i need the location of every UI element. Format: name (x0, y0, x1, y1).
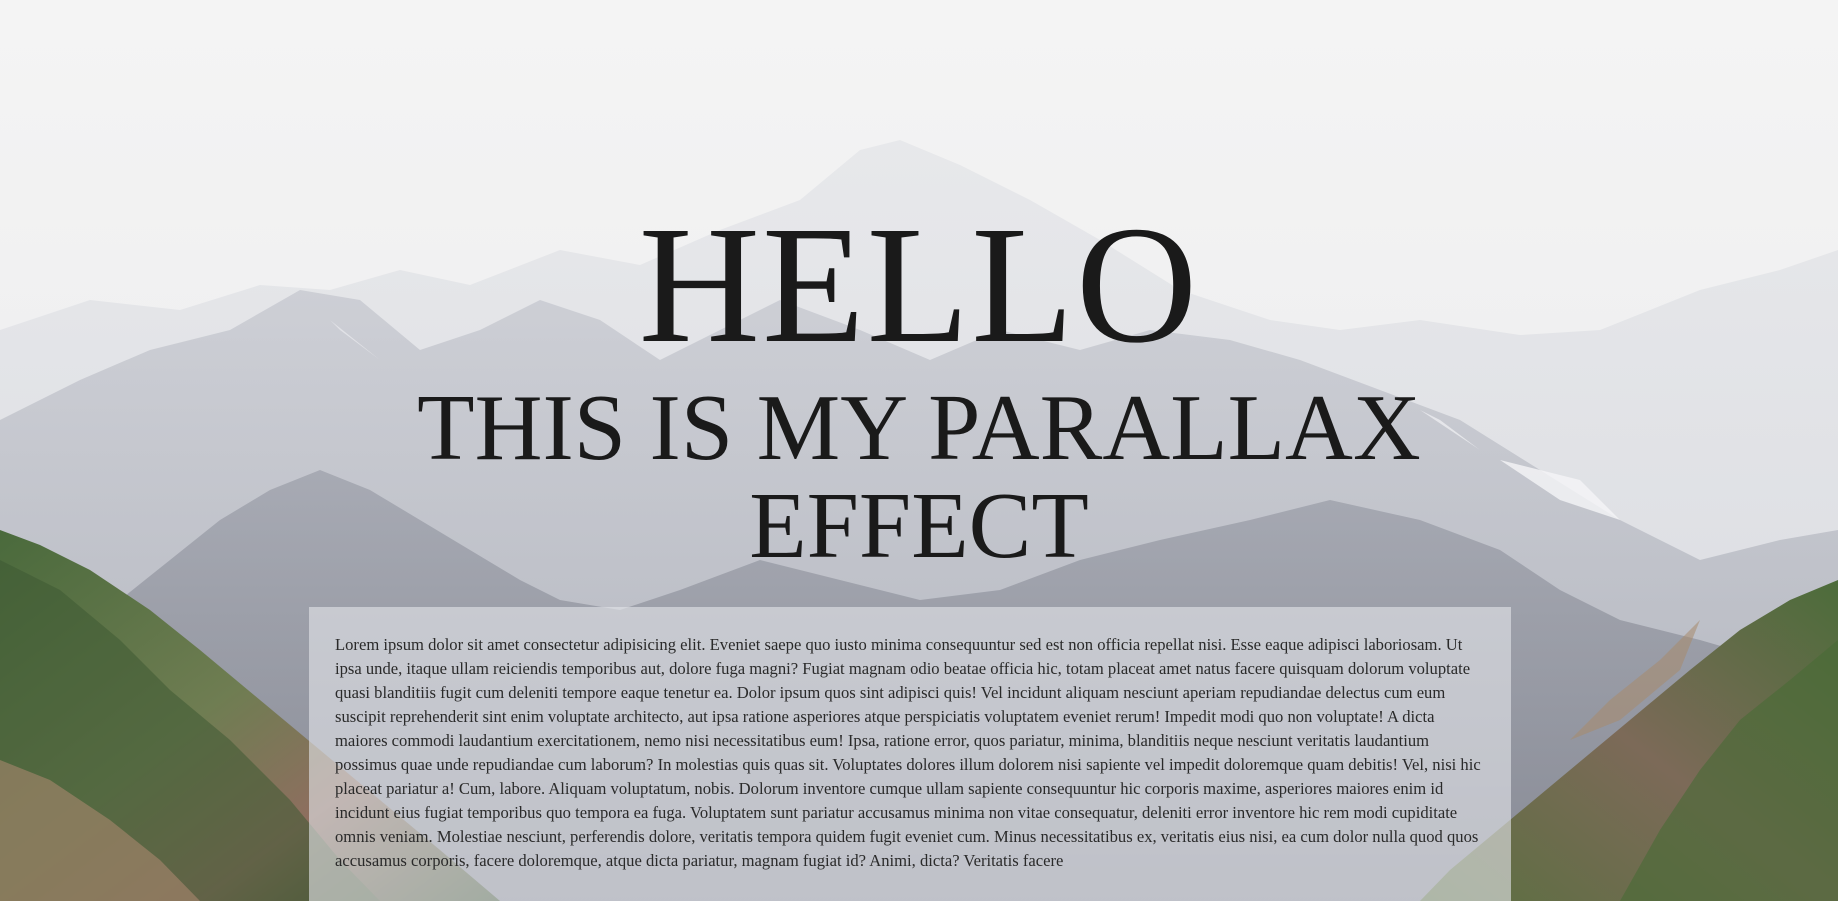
hero-heading: HELLO THIS IS MY PARALLAX EFFECT (0, 192, 1838, 578)
lorem-paragraph: Lorem ipsum dolor sit amet consectetur a… (335, 635, 1481, 870)
hero-title: HELLO (638, 192, 1200, 378)
hero-subtitle: THIS IS MY PARALLAX EFFECT (417, 376, 1421, 578)
content-panel: Lorem ipsum dolor sit amet consectetur a… (309, 607, 1511, 901)
